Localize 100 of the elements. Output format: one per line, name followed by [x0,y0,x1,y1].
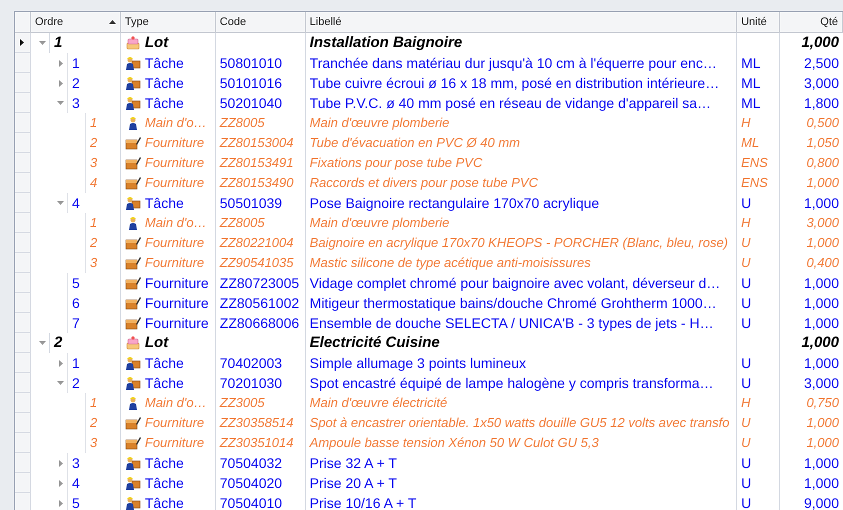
type-label: Tâche [144,474,184,492]
unit-text: ML [741,54,761,72]
box-with-pencil-icon [124,155,141,171]
order-number: 5 [72,274,80,292]
worker-with-box-icon [124,455,141,471]
type-label: Fourniture [144,174,204,192]
box-with-pencil-icon [124,175,141,191]
type-label: Main d'o… [144,214,207,232]
quantity-text: 1,800 [804,94,839,112]
code-text: 50101016 [220,74,282,92]
type-label: Tâche [144,94,184,112]
code-text: 70504020 [220,474,282,492]
type-label: Fourniture [144,234,204,252]
quantity-text: 1,000 [801,32,839,53]
quantity-text: 1,000 [806,234,839,252]
unit-text: U [741,314,752,332]
unit-text: U [741,414,750,432]
worker-with-box-icon [124,75,141,91]
quantity-text: 1,000 [801,332,839,353]
column-header[interactable]: Libellé [306,12,738,32]
description-text: Installation Baignoire [310,32,462,53]
unit-text: U [741,254,750,272]
quantity-text: 1,000 [804,474,839,492]
type-label: Tâche [144,194,184,212]
box-with-pencil-icon [124,255,141,271]
quantity-text: 1,050 [806,134,839,152]
quantity-text: 9,000 [804,494,839,510]
code-text: 70504010 [220,494,282,510]
description-text: Pose Baignoire rectangulaire 170x70 acrylique [310,194,600,213]
type-label: Fourniture [144,414,204,432]
description-text: Prise 20 A + T [310,474,397,492]
unit-text: U [741,274,752,292]
description-text: Prise 32 A + T [310,454,397,472]
column-header[interactable]: Qté [780,12,843,32]
code-text: 70402003 [220,354,282,372]
order-number: 1 [90,394,98,412]
expand-arrow-icon[interactable] [58,80,63,86]
column-header[interactable]: Ordre [30,12,121,32]
order-number: 1 [72,54,80,72]
expand-arrow-icon[interactable] [58,60,63,66]
code-text: ZZ8005 [220,214,265,232]
expand-arrow-icon[interactable] [58,480,63,486]
type-label: Tâche [144,454,184,472]
column-header[interactable]: Type [120,12,216,32]
code-text: 70504032 [220,454,282,472]
code-text: ZZ80668006 [220,314,300,332]
collapse-arrow-icon[interactable] [57,101,64,105]
collapse-arrow-icon[interactable] [57,381,64,385]
order-number: 2 [90,134,98,152]
collapse-arrow-icon[interactable] [57,201,64,205]
box-with-pencil-icon [124,275,141,291]
description-text: Electricité Cuisine [310,332,440,353]
description-text: Tube d'évacuation en PVC Ø 40 mm [310,134,520,152]
code-text: 70201030 [220,374,282,392]
column-header[interactable]: Unité [737,12,780,32]
box-with-pencil-icon [124,315,141,331]
quantity-text: 0,750 [806,394,839,412]
unit-text: H [741,114,750,132]
order-number: 2 [90,234,98,252]
unit-text: U [741,234,750,252]
expand-arrow-icon[interactable] [58,460,63,466]
description-text: Main d'œuvre plomberie [310,214,450,232]
type-label: Fourniture [144,434,204,452]
code-text: 50801010 [220,54,282,72]
unit-text: ENS [741,154,768,172]
cake-icon [124,35,141,51]
code-text: ZZ80153004 [220,134,294,152]
code-text: ZZ8005 [220,114,265,132]
expand-arrow-icon[interactable] [58,360,63,366]
box-with-pencil-icon [124,435,141,451]
description-text: Spot à encastrer orientable. 1x50 watts douille GU5 12 volts avec transfo [310,414,730,432]
collapse-arrow-icon[interactable] [39,41,46,45]
worker-with-box-icon [124,495,141,510]
code-text: ZZ3005 [220,394,265,412]
order-number: 4 [72,194,80,212]
unit-text: U [741,494,752,510]
column-header[interactable]: Code [216,12,306,32]
quantity-text: 1,000 [806,414,839,432]
collapse-arrow-icon[interactable] [39,341,46,345]
order-number: 2 [72,374,80,392]
row-indicator[interactable] [15,33,31,53]
type-label: Tâche [144,494,184,510]
quantity-text: 3,000 [806,214,839,232]
description-text: Simple allumage 3 points lumineux [310,354,526,373]
expand-arrow-icon[interactable] [58,500,63,506]
type-label: Fourniture [144,154,204,172]
description-text: Main d'œuvre plomberie [310,114,450,132]
quantity-text: 0,800 [806,154,839,172]
code-text: ZZ30358514 [220,414,294,432]
code-text: ZZ80561002 [220,294,300,312]
code-text: 50201040 [220,94,282,112]
unit-text: H [741,394,750,412]
order-number: 7 [72,314,80,332]
unit-text: ENS [741,174,768,192]
quantity-text: 1,000 [804,274,839,292]
type-label: Fourniture [144,294,209,312]
type-label: Main d'o… [144,394,207,412]
description-text: Mitigeur thermostatique bains/douche Chromé Grohtherm 1000… [310,294,717,313]
box-with-pencil-icon [124,295,141,311]
order-number: 1 [54,32,62,53]
